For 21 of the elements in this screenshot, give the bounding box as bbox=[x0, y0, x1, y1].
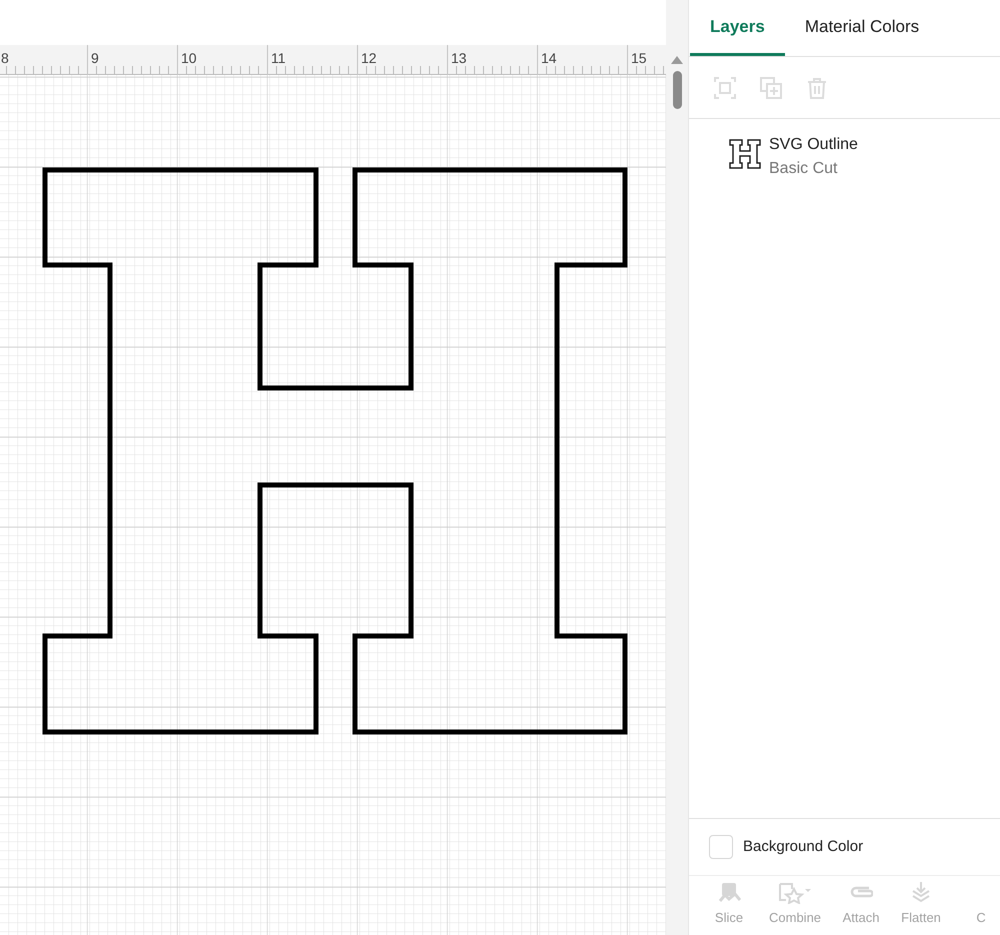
slice-icon bbox=[717, 880, 741, 904]
ruler-label: 11 bbox=[271, 50, 286, 66]
ruler-label: 15 bbox=[631, 50, 647, 66]
checkbox[interactable] bbox=[709, 835, 733, 859]
ruler-label: 10 bbox=[181, 50, 197, 66]
panel-tab[interactable]: Material Colors bbox=[784, 0, 940, 56]
layer-operation: Basic Cut bbox=[769, 159, 838, 179]
combine-icon bbox=[778, 880, 812, 904]
panel-tab[interactable]: Layers bbox=[690, 0, 785, 56]
scrollbar-thumb[interactable] bbox=[672, 71, 682, 109]
ruler-label: 14 bbox=[541, 50, 557, 66]
ruler-label: 9 bbox=[91, 50, 99, 66]
scroll-up-arrow-icon[interactable] bbox=[671, 56, 683, 64]
ruler-label: 13 bbox=[451, 50, 467, 66]
ruler-label: 8 bbox=[1, 50, 9, 66]
checkbox-label: Background Color bbox=[743, 836, 864, 857]
ruler-label: 12 bbox=[361, 50, 377, 66]
layer-item[interactable]: SVG Outline Basic Cut bbox=[689, 119, 1000, 189]
layer-name: SVG Outline bbox=[769, 135, 858, 155]
letter-h-outline[interactable] bbox=[42, 168, 628, 734]
letter-h-icon bbox=[729, 139, 761, 169]
